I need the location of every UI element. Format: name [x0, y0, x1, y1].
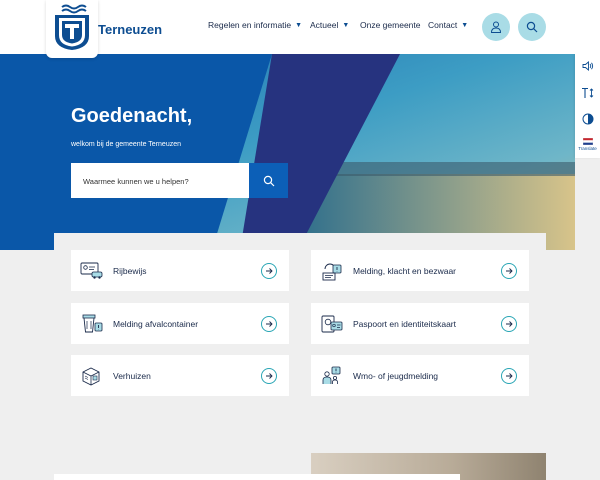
tile-rijbewijs[interactable]: Rijbewijs: [71, 250, 289, 291]
text-size-button[interactable]: [575, 87, 600, 99]
translate-label: Translate: [578, 146, 597, 151]
hero-background: [0, 54, 575, 250]
hero-banner: [0, 54, 575, 250]
nav-label: Contact: [428, 20, 458, 30]
hero-subtitle: welkom bij de gemeente Terneuzen: [71, 141, 181, 148]
read-aloud-button[interactable]: [575, 60, 600, 72]
tile-label: Verhuizen: [113, 370, 151, 381]
arrow-right-icon: [501, 262, 517, 279]
speaker-icon: [582, 61, 593, 71]
chevron-down-icon: ▼: [461, 21, 469, 29]
flag-icon: [582, 138, 593, 145]
text-size-icon: [582, 87, 594, 98]
search-input[interactable]: Waarmee kunnen we u helpen?: [71, 163, 249, 198]
family-icon: [320, 365, 344, 387]
nav-regelen[interactable]: Regelen en informatie ▼: [208, 20, 302, 30]
tile-label: Wmo- of jeugdmelding: [353, 370, 439, 381]
contrast-icon: [582, 113, 593, 125]
site-header: Terneuzen Regelen en informatie ▼ Actuee…: [0, 0, 600, 58]
translate-button[interactable]: Translate: [575, 138, 600, 151]
tile-melding-afvalcontainer[interactable]: Melding afvalcontainer: [71, 303, 289, 344]
nav-actueel[interactable]: Actueel ▼: [310, 20, 349, 30]
content-card: [54, 474, 460, 480]
user-icon: [490, 21, 502, 33]
tile-paspoort-identiteitskaart[interactable]: Paspoort en identiteitskaart: [311, 303, 529, 344]
hero-greeting: Goedenacht,: [71, 105, 193, 127]
moving-box-icon: [80, 365, 104, 387]
nav-label: Actueel: [310, 20, 339, 30]
passport-icon: [320, 313, 344, 335]
tile-label: Melding, klacht en bezwaar: [353, 265, 457, 276]
arrow-right-icon: [261, 315, 277, 332]
search-icon: [526, 21, 538, 33]
search-submit-button[interactable]: [249, 163, 288, 198]
tile-melding-klacht-bezwaar[interactable]: Melding, klacht en bezwaar: [311, 250, 529, 291]
tile-label: Melding afvalcontainer: [113, 318, 199, 329]
drivers-license-icon: [80, 260, 104, 282]
logo[interactable]: [46, 0, 98, 58]
arrow-right-icon: [261, 367, 277, 384]
arrow-right-icon: [261, 262, 277, 279]
nav-contact[interactable]: Contact ▼: [428, 20, 468, 30]
chevron-down-icon: ▼: [342, 21, 350, 29]
site-name[interactable]: Terneuzen: [98, 22, 162, 37]
tile-label: Rijbewijs: [113, 265, 147, 276]
arrow-right-icon: [501, 315, 517, 332]
chevron-down-icon: ▼: [295, 21, 303, 29]
account-button[interactable]: [482, 13, 510, 41]
report-icon: [320, 260, 344, 282]
nav-onze-gemeente[interactable]: Onze gemeente: [360, 20, 420, 30]
accessibility-toolbar: Translate: [575, 54, 600, 158]
tile-label: Paspoort en identiteitskaart: [353, 318, 457, 329]
tile-wmo-jeugdmelding[interactable]: Wmo- of jeugdmelding: [311, 355, 529, 396]
search-icon: [263, 175, 274, 186]
search-button[interactable]: [518, 13, 546, 41]
arrow-right-icon: [501, 367, 517, 384]
waste-container-icon: [80, 313, 104, 335]
nav-label: Onze gemeente: [360, 20, 421, 30]
contrast-button[interactable]: [575, 113, 600, 125]
terneuzen-crest-icon: [55, 4, 89, 50]
nav-label: Regelen en informatie: [208, 20, 292, 30]
tile-verhuizen[interactable]: Verhuizen: [71, 355, 289, 396]
